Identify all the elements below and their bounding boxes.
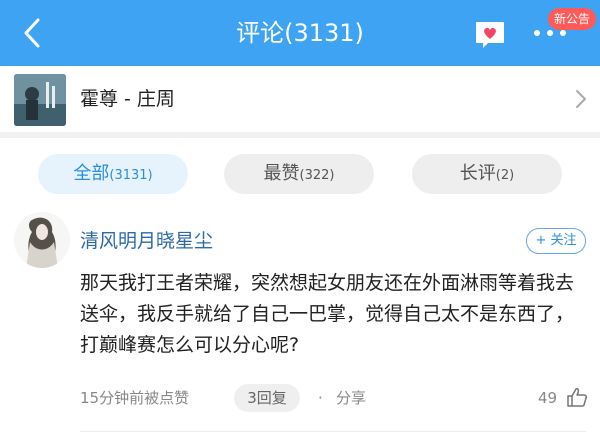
separator-dot: · (318, 389, 323, 407)
comment-text: 那天我打王者荣耀，突然想起女朋友还在外面淋雨等着我去送伞，我反手就给了自己一巴掌… (80, 272, 575, 356)
tab-all-label: 全部 (73, 163, 110, 184)
tab-all[interactable]: 全部(3131) (38, 154, 188, 194)
album-art-icon (14, 74, 66, 126)
avatar-figure-icon (14, 212, 70, 268)
page-title: 评论(3131) (236, 19, 364, 47)
new-notice-badge[interactable]: 新公告 (548, 8, 597, 30)
section-divider (0, 132, 600, 138)
tab-top[interactable]: 最赞(322) (224, 154, 374, 194)
chevron-right-icon (576, 90, 586, 108)
share-button[interactable]: 分享 (336, 384, 366, 412)
tab-long[interactable]: 长评(2) (412, 154, 562, 194)
album-cover (14, 74, 66, 126)
heart-chat-icon[interactable] (474, 19, 506, 49)
song-title: 霍尊 - 庄周 (80, 88, 175, 110)
tab-top-label: 最赞 (263, 163, 300, 184)
comment-divider (80, 431, 586, 432)
thumbs-up-icon[interactable] (566, 386, 588, 408)
song-info-row[interactable]: 霍尊 - 庄周 (0, 66, 600, 132)
tab-all-count: (3131) (109, 168, 153, 183)
top-nav-bar: 评论(3131) 新公告 (0, 0, 600, 66)
comment-time: 15分钟前被点赞 (80, 389, 190, 407)
reply-count-button[interactable]: 3回复 (234, 384, 300, 412)
follow-button[interactable]: + 关注 (526, 228, 586, 254)
comment-username[interactable]: 清风明月晓星尘 (80, 228, 213, 254)
avatar[interactable] (14, 212, 70, 268)
like-count: 49 (538, 389, 558, 407)
tab-long-label: 长评 (459, 163, 496, 184)
tab-long-count: (2) (495, 168, 515, 183)
tab-top-count: (322) (299, 168, 335, 183)
